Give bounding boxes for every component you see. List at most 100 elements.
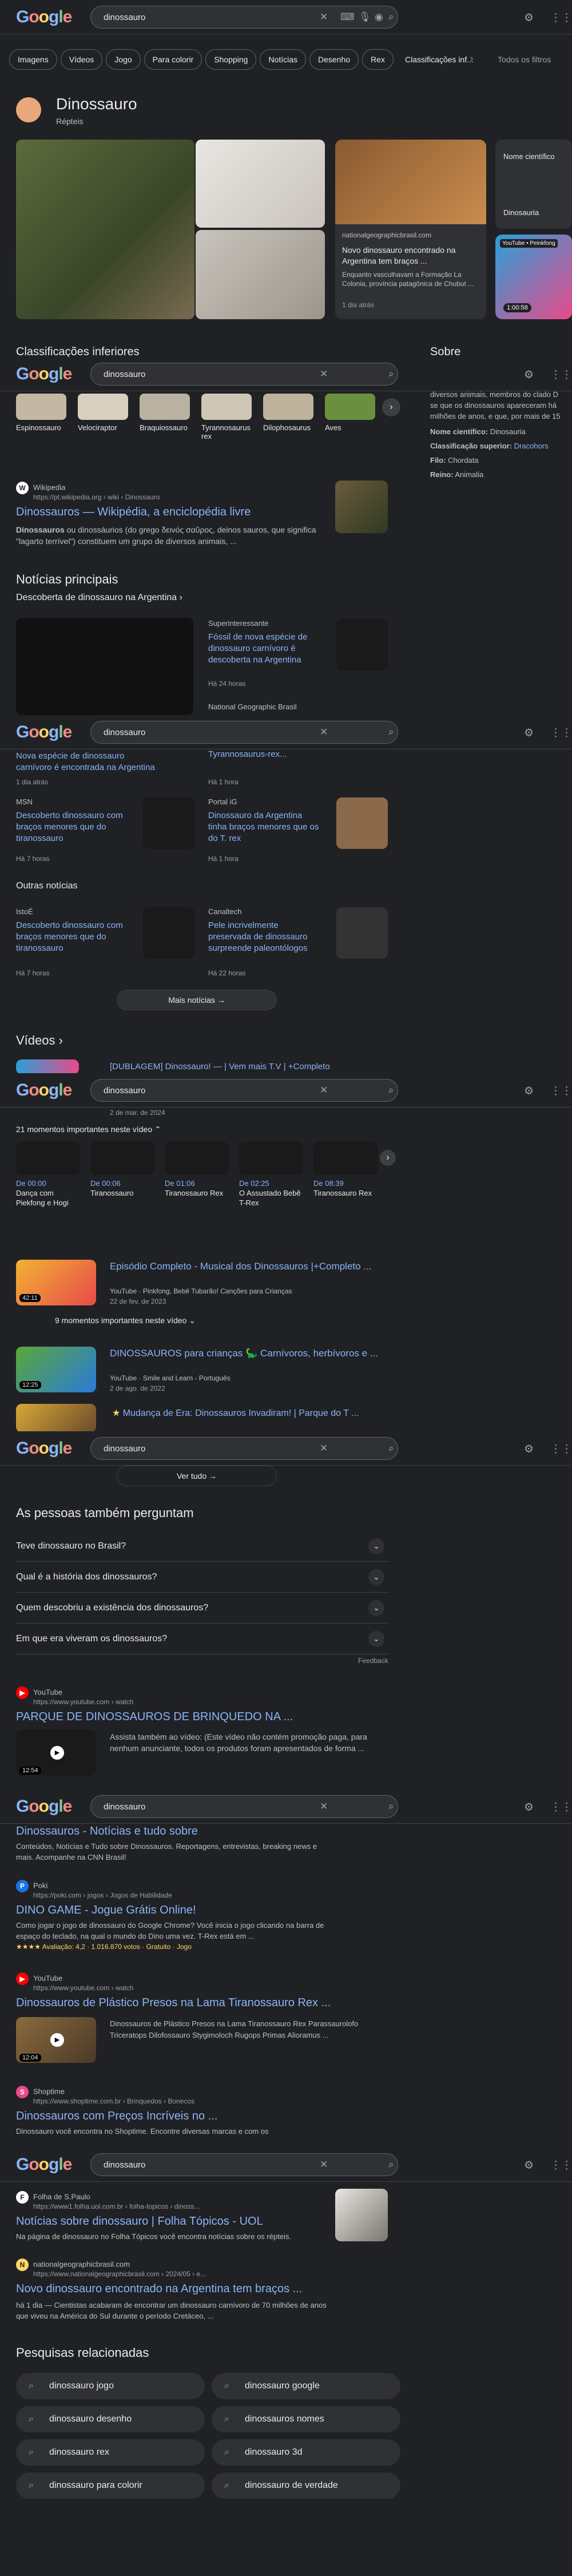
fact-link[interactable]: Dracohors <box>514 442 549 450</box>
news-link[interactable]: Dinossauro da Argentina tinha braços men… <box>208 810 323 844</box>
news-link[interactable]: Descoberto dinossauro com braços menores… <box>16 920 130 954</box>
tab-desenho[interactable]: Desenho <box>309 49 359 70</box>
kp-image-2[interactable] <box>196 140 325 228</box>
tab-imagens[interactable]: Imagens <box>9 49 57 70</box>
related-search-chip[interactable]: ⌕ dinossauro google <box>212 2373 400 2399</box>
search-icon[interactable]: ⌕ <box>388 727 394 738</box>
news-thumb[interactable] <box>336 619 388 670</box>
carousel-next-icon[interactable]: › <box>380 1150 396 1166</box>
result-title-link[interactable]: Novo dinossauro encontrado na Argentina … <box>16 2283 302 2296</box>
kp-news-card[interactable]: nationalgeographicbrasil.com Novo dinoss… <box>335 140 486 319</box>
search-icon[interactable]: ⌕ <box>388 1085 394 1096</box>
apps-grid-icon[interactable]: ⋮⋮ <box>550 1085 572 1098</box>
result-title-link[interactable]: Dinossauros com Preços Incríveis no ... <box>16 2110 217 2123</box>
gear-icon[interactable]: ⚙ <box>524 1801 534 1814</box>
kp-sci-card[interactable]: Nome científico Dinosauria <box>495 140 572 229</box>
video-title-link[interactable]: Episódio Completo - Musical dos Dinossau… <box>110 1261 371 1272</box>
google-logo[interactable]: Google <box>16 723 72 742</box>
gear-icon[interactable]: ⚙ <box>524 1085 534 1098</box>
paa-question[interactable]: Em que era viveram os dinossauros? ⌄ <box>16 1624 389 1654</box>
gear-icon[interactable]: ⚙ <box>524 1443 534 1456</box>
related-search-chip[interactable]: ⌕ dinossauro 3d <box>212 2439 400 2466</box>
search-box[interactable]: dinossauro ✕ ⌕ <box>90 1079 398 1102</box>
apps-grid-icon[interactable]: ⋮⋮ <box>550 1443 572 1456</box>
tab-videos[interactable]: Vídeos <box>60 49 103 70</box>
news-link[interactable]: Nova espécie de dinossauro carnívoro é e… <box>16 751 159 773</box>
chevron-down-icon[interactable]: ⌄ <box>368 1631 384 1647</box>
moment-item[interactable]: De 08:39 Tiranossauro Rex <box>313 1178 381 1198</box>
classif-label[interactable]: Aves <box>325 423 380 432</box>
classif-label[interactable]: Braquiossauro <box>140 423 194 432</box>
related-search-chip[interactable]: ⌕ dinossauro rex <box>16 2439 205 2466</box>
related-search-chip[interactable]: ⌕ dinossauro para colorir <box>16 2472 205 2499</box>
moment-thumb[interactable] <box>16 1142 80 1175</box>
search-query[interactable]: dinossauro <box>104 1802 145 1812</box>
news-link[interactable]: Descoberto dinossauro com braços menores… <box>16 810 130 844</box>
kp-youtube-card[interactable]: YouTube • Peinkfong 1:00:58 <box>495 235 572 319</box>
tab-para-colorir[interactable]: Para colorir <box>144 49 202 70</box>
clear-icon[interactable]: ✕ <box>320 368 328 380</box>
news-link[interactable]: Fóssil de nova espécie de dinossauro car… <box>208 632 317 666</box>
video-thumb[interactable]: 12:25 <box>16 1347 96 1392</box>
result-title-link[interactable]: DINO GAME - Jogue Grátis Online! <box>16 1904 196 1917</box>
classif-img-2[interactable] <box>78 394 128 420</box>
news-thumb[interactable] <box>143 907 194 959</box>
tab-jogo[interactable]: Jogo <box>106 49 141 70</box>
moment-item[interactable]: De 00:06 Tiranossauro <box>90 1178 158 1198</box>
moment-item[interactable]: De 01:06 Tiranossauro Rex <box>165 1178 232 1198</box>
classif-label[interactable]: Dilophosaurus <box>263 423 318 432</box>
clear-icon[interactable]: ✕ <box>320 1443 328 1454</box>
search-icon[interactable]: ⌕ <box>388 1443 394 1454</box>
apps-grid-icon[interactable]: ⋮⋮ <box>550 1801 572 1814</box>
news-subtitle[interactable]: Descoberta de dinossauro na Argentina › <box>16 593 182 603</box>
news-thumb[interactable] <box>143 797 194 849</box>
search-query[interactable]: dinossauro <box>104 370 145 379</box>
wiki-title-link[interactable]: Dinossauros — Wikipédia, a enciclopédia … <box>16 506 251 519</box>
clear-icon[interactable]: ✕ <box>320 2159 328 2170</box>
search-box[interactable]: dinossauro ✕ ⌕ <box>90 721 398 744</box>
google-logo[interactable]: Google <box>16 7 72 27</box>
more-news-button[interactable]: Mais notícias → <box>117 990 277 1010</box>
apps-grid-icon[interactable]: ⋮⋮ <box>550 368 572 382</box>
video-thumb[interactable]: ▶ 12:54 <box>16 1730 96 1776</box>
paa-question[interactable]: Teve dinossauro no Brasil? ⌄ <box>16 1531 389 1562</box>
google-logo[interactable]: Google <box>16 1439 72 1458</box>
carousel-next-icon[interactable]: › <box>382 398 400 416</box>
tab-shopping[interactable]: Shopping <box>205 49 257 70</box>
tab-rex[interactable]: Rex <box>362 49 394 70</box>
moments-toggle[interactable]: 21 momentos importantes neste vídeo ⌃ <box>16 1125 161 1134</box>
classif-img-1[interactable] <box>16 394 66 420</box>
moment-thumb[interactable] <box>90 1142 154 1175</box>
apps-grid-icon[interactable]: ⋮⋮ <box>550 2159 572 2172</box>
gear-icon[interactable]: ⚙ <box>524 368 534 382</box>
related-search-chip[interactable]: ⌕ dinossauros nomes <box>212 2406 400 2432</box>
chevron-down-icon[interactable]: ⌄ <box>368 1600 384 1616</box>
tab-classificacoes[interactable]: Classificações inf... <box>396 50 482 70</box>
news-link[interactable]: Pele incrivelmente preservada de dinossa… <box>208 920 323 954</box>
search-icon[interactable]: ⌕ <box>388 2159 394 2170</box>
search-query[interactable]: dinossauro <box>104 2160 145 2170</box>
chevron-down-icon[interactable]: ⌄ <box>368 1569 384 1585</box>
news-link[interactable]: Tyrannosaurus-rex... <box>208 749 287 759</box>
paa-question[interactable]: Quem descobriu a existência dos dinossau… <box>16 1593 389 1624</box>
paa-question[interactable]: Qual é a história dos dinossauros? ⌄ <box>16 1562 389 1593</box>
camera-lens-icon[interactable]: ◉ <box>375 11 383 23</box>
video-thumb[interactable] <box>16 1059 79 1074</box>
gear-icon[interactable]: ⚙ <box>524 2159 534 2172</box>
clear-icon[interactable]: ✕ <box>320 727 328 738</box>
video-title-link[interactable]: [DUBLAGEM] Dinossauro! — | Vem mais T.V … <box>110 1062 330 1071</box>
result-title-link[interactable]: Notícias sobre dinossauro | Folha Tópico… <box>16 2215 263 2228</box>
google-logo[interactable]: Google <box>16 364 72 384</box>
moment-thumb[interactable] <box>165 1142 229 1175</box>
classif-img-3[interactable] <box>140 394 190 420</box>
apps-grid-icon[interactable]: ⋮⋮ <box>550 11 572 25</box>
search-query[interactable]: dinossauro <box>104 13 145 22</box>
search-box[interactable]: dinossauro ✕ ⌕ <box>90 1437 398 1460</box>
all-filters-button[interactable]: Todos os filtros <box>498 55 551 64</box>
feedback-link[interactable]: Feedback <box>358 1657 388 1665</box>
search-icon[interactable]: ⌕ <box>388 1801 394 1812</box>
result-thumb[interactable] <box>335 2189 388 2241</box>
result-title-link[interactable]: Dinossauros de Plástico Presos na Lama T… <box>16 1997 331 2010</box>
video-title-link[interactable]: DINOSSAUROS para crianças 🦕 Carnívoros, … <box>110 1348 378 1359</box>
apps-grid-icon[interactable]: ⋮⋮ <box>550 727 572 740</box>
